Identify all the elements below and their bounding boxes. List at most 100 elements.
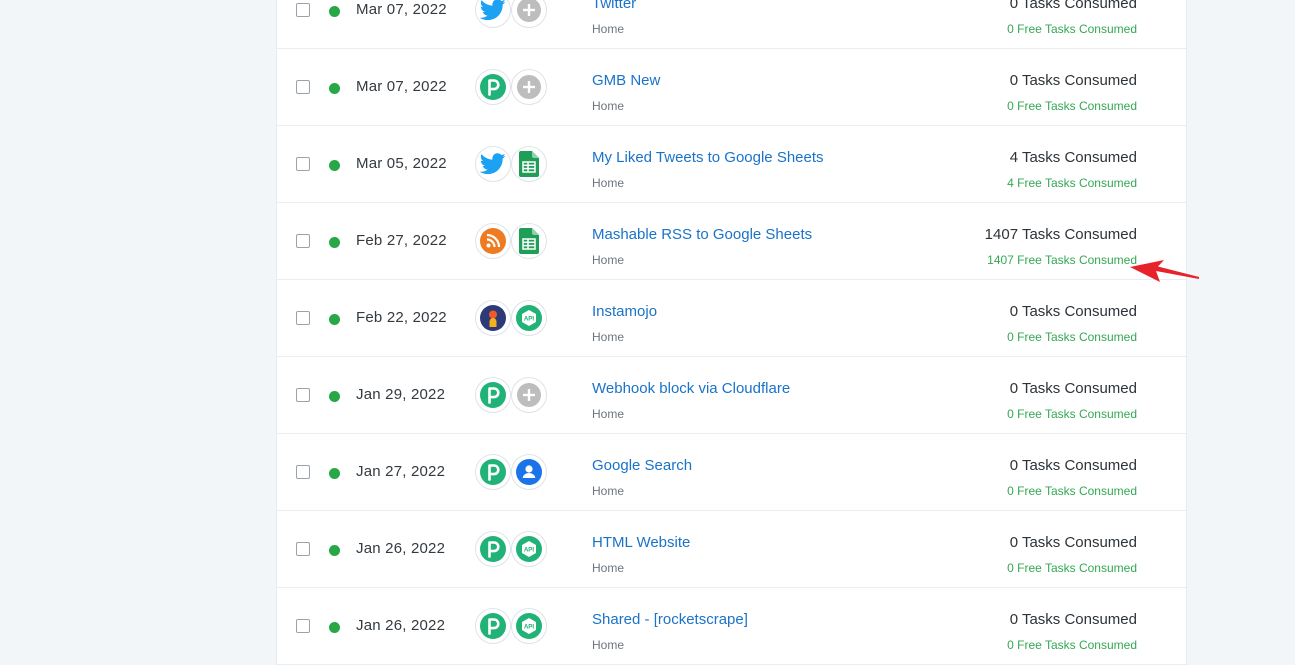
instamojo-icon (475, 300, 511, 336)
free-tasks-consumed: 0 Free Tasks Consumed (1007, 22, 1137, 36)
table-row: Jan 27, 2022 Google Search Home 0 Tasks … (277, 434, 1186, 511)
workflow-folder: Home (592, 638, 625, 652)
app-icons (475, 377, 551, 413)
workflow-name-link[interactable]: Mashable RSS to Google Sheets (592, 226, 812, 243)
workflow-date: Mar 07, 2022 (356, 1, 447, 18)
table-row: Mar 07, 2022 GMB New Home 0 Tasks Consum… (277, 49, 1186, 126)
app-icons: API (475, 608, 551, 644)
workflow-name-link[interactable]: GMB New (592, 72, 660, 89)
workflow-name-link[interactable]: Webhook block via Cloudflare (592, 380, 790, 397)
workflow-date: Jan 26, 2022 (356, 617, 446, 634)
status-dot (329, 6, 340, 17)
workflow-name-link[interactable]: Twitter (592, 0, 636, 12)
api-icon: API (511, 300, 547, 336)
google-sheets-icon (511, 223, 547, 259)
free-tasks-consumed: 4 Free Tasks Consumed (1007, 176, 1137, 190)
add-action-icon (511, 69, 547, 105)
free-tasks-consumed: 0 Free Tasks Consumed (1007, 484, 1137, 498)
api-icon: API (511, 531, 547, 567)
workflow-folder: Home (592, 22, 625, 36)
app-icons (475, 69, 551, 105)
api-icon: API (511, 608, 547, 644)
app-icons (475, 0, 551, 28)
table-row: Jan 26, 2022 API Shared - [rocketscrape]… (277, 588, 1186, 665)
row-checkbox[interactable] (296, 157, 310, 171)
svg-text:API: API (524, 316, 535, 323)
tasks-consumed: 0 Tasks Consumed (1009, 611, 1137, 628)
tasks-consumed: 0 Tasks Consumed (1009, 457, 1137, 474)
add-action-icon (511, 377, 547, 413)
app-icons: API (475, 531, 551, 567)
free-tasks-consumed: 0 Free Tasks Consumed (1007, 99, 1137, 113)
svg-text:API: API (524, 547, 535, 554)
app-icons (475, 223, 551, 259)
table-row: Feb 22, 2022 API Instamojo Home 0 Tasks … (277, 280, 1186, 357)
workflow-name-link[interactable]: HTML Website (592, 534, 690, 551)
tasks-consumed: 0 Tasks Consumed (1009, 303, 1137, 320)
table-row: Mar 05, 2022 My Liked Tweets to Google S… (277, 126, 1186, 203)
app-icons (475, 454, 551, 490)
status-dot (329, 622, 340, 633)
tasks-consumed: 0 Tasks Consumed (1009, 0, 1137, 12)
google-sheets-icon (511, 146, 547, 182)
svg-text:API: API (524, 624, 535, 631)
workflow-folder: Home (592, 253, 625, 267)
status-dot (329, 545, 340, 556)
row-checkbox[interactable] (296, 542, 310, 556)
workflow-name-link[interactable]: My Liked Tweets to Google Sheets (592, 149, 824, 166)
workflow-name-link[interactable]: Instamojo (592, 303, 657, 320)
workflow-folder: Home (592, 330, 625, 344)
free-tasks-consumed: 0 Free Tasks Consumed (1007, 638, 1137, 652)
table-row: Feb 27, 2022 Mashable RSS to Google Shee… (277, 203, 1186, 280)
workflow-folder: Home (592, 407, 625, 421)
workflow-date: Feb 22, 2022 (356, 309, 447, 326)
status-dot (329, 83, 340, 94)
table-row: Jan 29, 2022 Webhook block via Cloudflar… (277, 357, 1186, 434)
workflow-date: Jan 26, 2022 (356, 540, 446, 557)
tasks-consumed: 0 Tasks Consumed (1009, 380, 1137, 397)
app-icons: API (475, 300, 551, 336)
add-action-icon (511, 0, 547, 28)
workflow-name-link[interactable]: Google Search (592, 457, 692, 474)
pabbly-icon (475, 608, 511, 644)
workflow-name-link[interactable]: Shared - [rocketscrape] (592, 611, 748, 628)
user-icon (511, 454, 547, 490)
row-checkbox[interactable] (296, 465, 310, 479)
tasks-consumed: 4 Tasks Consumed (1009, 149, 1137, 166)
workflow-folder: Home (592, 561, 625, 575)
row-checkbox[interactable] (296, 619, 310, 633)
tasks-consumed: 0 Tasks Consumed (1009, 72, 1137, 89)
workflow-date: Mar 05, 2022 (356, 155, 447, 172)
row-checkbox[interactable] (296, 388, 310, 402)
row-checkbox[interactable] (296, 234, 310, 248)
table-row: Mar 07, 2022 Twitter Home 0 Tasks Consum… (277, 0, 1186, 49)
status-dot (329, 237, 340, 248)
workflow-date: Jan 29, 2022 (356, 386, 446, 403)
tasks-consumed: 0 Tasks Consumed (1009, 534, 1137, 551)
row-checkbox[interactable] (296, 80, 310, 94)
pabbly-icon (475, 454, 511, 490)
status-dot (329, 160, 340, 171)
app-icons (475, 146, 551, 182)
free-tasks-consumed: 0 Free Tasks Consumed (1007, 330, 1137, 344)
workflow-folder: Home (592, 484, 625, 498)
workflow-list: Mar 07, 2022 Twitter Home 0 Tasks Consum… (276, 0, 1187, 665)
workflow-date: Mar 07, 2022 (356, 78, 447, 95)
free-tasks-consumed: 0 Free Tasks Consumed (1007, 407, 1137, 421)
pabbly-icon (475, 377, 511, 413)
workflow-date: Jan 27, 2022 (356, 463, 446, 480)
rss-icon (475, 223, 511, 259)
free-tasks-consumed: 0 Free Tasks Consumed (1007, 561, 1137, 575)
row-checkbox[interactable] (296, 311, 310, 325)
twitter-icon (475, 146, 511, 182)
free-tasks-consumed: 1407 Free Tasks Consumed (987, 253, 1137, 267)
row-checkbox[interactable] (296, 3, 310, 17)
workflow-folder: Home (592, 99, 625, 113)
workflow-date: Feb 27, 2022 (356, 232, 447, 249)
table-row: Jan 26, 2022 API HTML Website Home 0 Tas… (277, 511, 1186, 588)
status-dot (329, 391, 340, 402)
workflow-folder: Home (592, 176, 625, 190)
annotation-arrow-icon (1130, 260, 1199, 282)
tasks-consumed: 1407 Tasks Consumed (984, 226, 1137, 243)
pabbly-icon (475, 531, 511, 567)
